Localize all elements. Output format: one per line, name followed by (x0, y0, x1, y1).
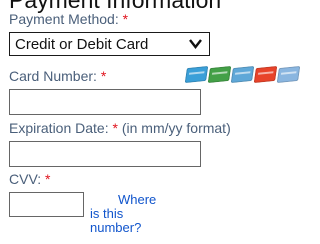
payment-method-selected-value: Credit or Debit Card (15, 35, 149, 53)
card-number-input[interactable] (9, 89, 201, 115)
payment-method-label-text: Payment Method: (9, 11, 119, 27)
discover-card-icon (253, 65, 278, 84)
expiration-date-input[interactable] (9, 141, 201, 167)
cvv-help-line: number? (90, 220, 142, 235)
cvv-help-link[interactable]: Where is this number? (90, 193, 156, 235)
expiration-date-label-text: Expiration Date: (9, 120, 109, 136)
diners-card-icon (276, 65, 301, 84)
expiration-date-label: Expiration Date: * (in mm/yy format) (9, 120, 231, 136)
amex-card-icon (184, 65, 209, 84)
visa-card-icon (230, 65, 255, 84)
required-asterisk: * (112, 120, 118, 136)
required-asterisk: * (122, 11, 129, 27)
payment-method-label: Payment Method: * (9, 11, 128, 27)
cvv-help-line: is this (90, 206, 124, 221)
cvv-label: CVV: * (9, 171, 51, 187)
chevron-down-icon (189, 39, 202, 49)
mastercard-card-icon (207, 65, 232, 84)
required-asterisk: * (100, 68, 107, 84)
required-asterisk: * (45, 171, 51, 187)
card-number-label: Card Number: * (9, 68, 106, 84)
payment-method-select[interactable]: Credit or Debit Card (9, 32, 210, 56)
cvv-help-line: Where (118, 192, 157, 207)
card-number-label-text: Card Number: (9, 68, 97, 84)
cvv-label-text: CVV: (9, 171, 42, 187)
card-icons (184, 65, 301, 84)
cvv-input[interactable] (9, 192, 84, 217)
expiration-format-hint: (in mm/yy format) (121, 120, 231, 136)
